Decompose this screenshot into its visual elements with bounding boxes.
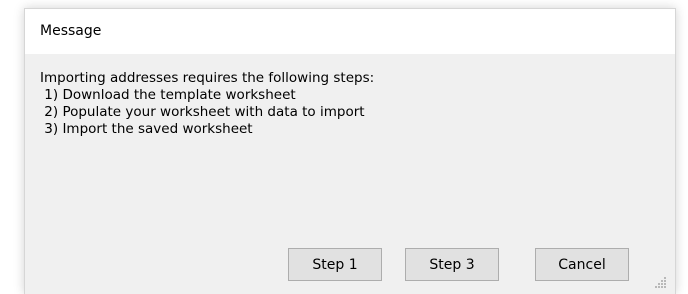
message-line: 1) Download the template worksheet — [40, 87, 296, 103]
dialog-message: Importing addresses requires the followi… — [40, 70, 374, 138]
dialog-titlebar[interactable]: Message — [25, 9, 675, 54]
message-line: 3) Import the saved worksheet — [40, 121, 253, 137]
message-line: 2) Populate your worksheet with data to … — [40, 104, 365, 120]
step-3-button[interactable]: Step 3 — [405, 248, 499, 281]
message-line: Importing addresses requires the followi… — [40, 70, 375, 86]
step-1-button[interactable]: Step 1 — [288, 248, 382, 281]
resize-grip-icon[interactable] — [655, 276, 667, 288]
dialog-title: Message — [40, 23, 102, 39]
cancel-button[interactable]: Cancel — [535, 248, 629, 281]
message-dialog: Message Importing addresses requires the… — [24, 8, 676, 294]
